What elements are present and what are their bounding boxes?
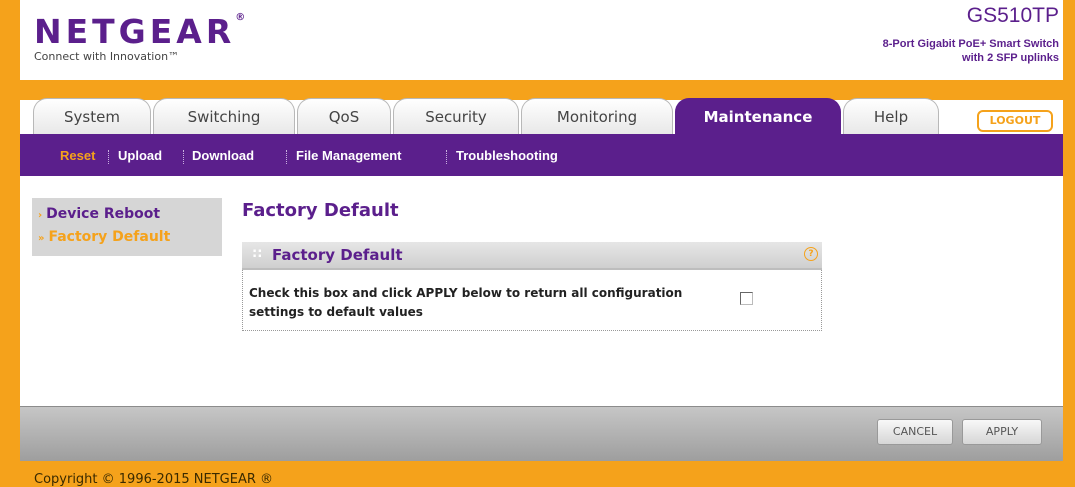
logout-button[interactable]: LOGOUT xyxy=(977,110,1053,132)
subnav-separator xyxy=(183,150,184,164)
sidebar-item-device-reboot[interactable]: › Device Reboot xyxy=(38,206,160,222)
factory-default-panel: :: Factory Default ? Check this box and … xyxy=(242,242,822,332)
sidebar: › Device Reboot » Factory Default xyxy=(32,198,222,256)
subnav-separator xyxy=(286,150,287,164)
subnav-separator xyxy=(446,150,447,164)
sidebar-item-factory-default[interactable]: » Factory Default xyxy=(38,229,170,245)
page-title: Factory Default xyxy=(242,200,399,221)
netgear-logo: NETGEAR® xyxy=(34,12,246,51)
sub-navigation: Reset Upload Download File Management Tr… xyxy=(20,134,1063,176)
model-name: GS510TP xyxy=(966,4,1059,27)
subnav-download[interactable]: Download xyxy=(192,134,254,176)
tab-switching[interactable]: Switching xyxy=(153,98,295,134)
header: NETGEAR® Connect with Innovation™ GS510T… xyxy=(20,0,1063,80)
subnav-file-management[interactable]: File Management xyxy=(296,134,401,176)
subnav-troubleshooting[interactable]: Troubleshooting xyxy=(456,134,558,176)
apply-button[interactable]: APPLY xyxy=(962,419,1042,445)
frame-border-right xyxy=(1063,0,1075,487)
panel-body: Check this box and click APPLY below to … xyxy=(242,270,822,331)
grip-icon: :: xyxy=(252,246,263,261)
app-frame: NETGEAR® Connect with Innovation™ GS510T… xyxy=(0,0,1075,487)
tab-system[interactable]: System xyxy=(33,98,151,134)
copyright-text: Copyright © 1996-2015 NETGEAR ® xyxy=(34,472,274,487)
chevron-down-icon: » xyxy=(38,233,45,244)
tab-qos[interactable]: QoS xyxy=(297,98,391,134)
subnav-reset[interactable]: Reset xyxy=(60,134,95,176)
subnav-separator xyxy=(108,150,109,164)
chevron-right-icon: › xyxy=(38,210,43,221)
factory-default-description: Check this box and click APPLY below to … xyxy=(249,286,683,319)
panel-title: Factory Default xyxy=(272,246,403,264)
cancel-button[interactable]: CANCEL xyxy=(877,419,953,445)
model-description: 8-Port Gigabit PoE+ Smart Switch with 2 … xyxy=(882,38,1059,64)
tab-monitoring[interactable]: Monitoring xyxy=(521,98,673,134)
tab-security[interactable]: Security xyxy=(393,98,519,134)
subnav-upload[interactable]: Upload xyxy=(118,134,162,176)
help-icon[interactable]: ? xyxy=(804,247,818,261)
tab-maintenance[interactable]: Maintenance xyxy=(675,98,841,134)
tagline: Connect with Innovation™ xyxy=(34,50,180,63)
tab-help[interactable]: Help xyxy=(843,98,939,134)
frame-border-left xyxy=(0,0,20,487)
panel-header: :: Factory Default ? xyxy=(242,242,822,270)
factory-default-checkbox[interactable] xyxy=(740,292,753,305)
frame-band xyxy=(0,80,1075,100)
